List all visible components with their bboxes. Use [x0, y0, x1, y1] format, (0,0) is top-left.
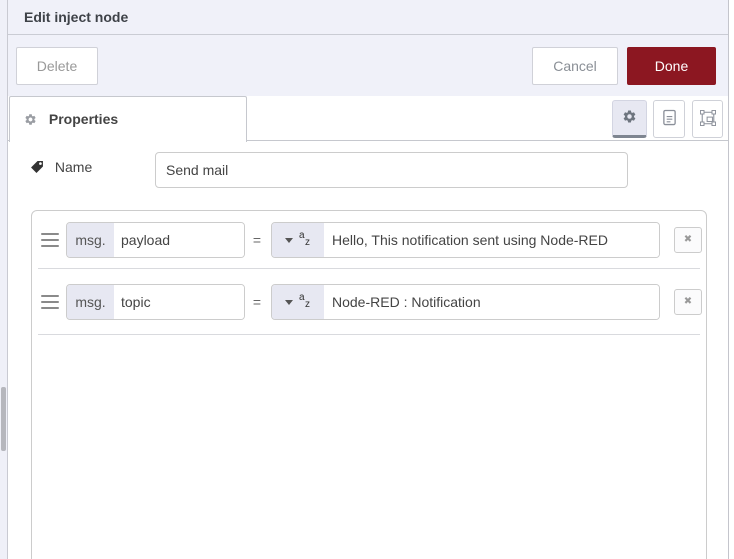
string-type-icon: az [299, 230, 310, 248]
property-key-field[interactable]: msg. [66, 284, 245, 320]
properties-form: Name msg. = az [8, 141, 728, 559]
gear-icon [24, 111, 41, 127]
dialog-title: Edit inject node [24, 9, 129, 25]
edit-inject-dialog: Edit inject node Delete Cancel Done Prop… [0, 0, 734, 559]
remove-row-button[interactable]: ✖ [674, 227, 702, 253]
type-select-button[interactable]: az [272, 285, 324, 319]
appearance-icon [699, 109, 716, 129]
property-value-field[interactable]: az [271, 284, 660, 320]
document-icon [662, 109, 677, 129]
inject-properties-list: msg. = az ✖ m [31, 210, 707, 559]
property-name-input[interactable] [114, 285, 244, 319]
drag-handle-icon[interactable] [41, 233, 59, 247]
remove-row-button[interactable]: ✖ [674, 289, 702, 315]
tab-bar: Properties [8, 96, 728, 142]
equals-sign: = [252, 294, 262, 310]
cancel-button[interactable]: Cancel [532, 47, 618, 85]
property-value-field[interactable]: az [271, 222, 660, 258]
msg-prefix-badge: msg. [67, 223, 114, 257]
property-value-input[interactable] [324, 285, 659, 319]
close-icon: ✖ [683, 234, 693, 245]
property-key-field[interactable]: msg. [66, 222, 245, 258]
editor-left-edge [0, 0, 8, 559]
property-row-topic: msg. = az ✖ [32, 269, 706, 335]
tag-icon [30, 159, 55, 175]
type-select-button[interactable]: az [272, 223, 324, 257]
name-input[interactable] [155, 152, 628, 188]
property-value-input[interactable] [324, 223, 659, 257]
gear-icon [622, 109, 637, 127]
name-label: Name [30, 159, 92, 175]
dialog-header: Edit inject node [8, 0, 728, 35]
done-button[interactable]: Done [627, 47, 716, 85]
close-icon: ✖ [683, 296, 693, 307]
edit-tray: Edit inject node Delete Cancel Done Prop… [8, 0, 728, 559]
editor-right-edge [728, 0, 734, 559]
drag-handle-icon[interactable] [41, 295, 59, 309]
name-row: Name [8, 141, 728, 199]
string-type-icon: az [299, 292, 310, 310]
properties-panel-button[interactable] [612, 100, 647, 138]
chevron-down-icon [285, 237, 293, 243]
equals-sign: = [252, 232, 262, 248]
delete-button[interactable]: Delete [16, 47, 98, 85]
tab-properties-label: Properties [48, 111, 119, 127]
description-panel-button[interactable] [653, 100, 685, 138]
property-name-input[interactable] [114, 223, 244, 257]
tab-properties[interactable]: Properties [9, 96, 247, 142]
dialog-toolbar: Delete Cancel Done [8, 35, 728, 96]
appearance-panel-button[interactable] [692, 100, 723, 138]
name-label-text: Name [54, 159, 93, 175]
scrollbar-thumb[interactable] [1, 387, 6, 451]
property-row-payload: msg. = az ✖ [32, 211, 706, 269]
chevron-down-icon [285, 299, 293, 305]
msg-prefix-badge: msg. [67, 285, 114, 319]
